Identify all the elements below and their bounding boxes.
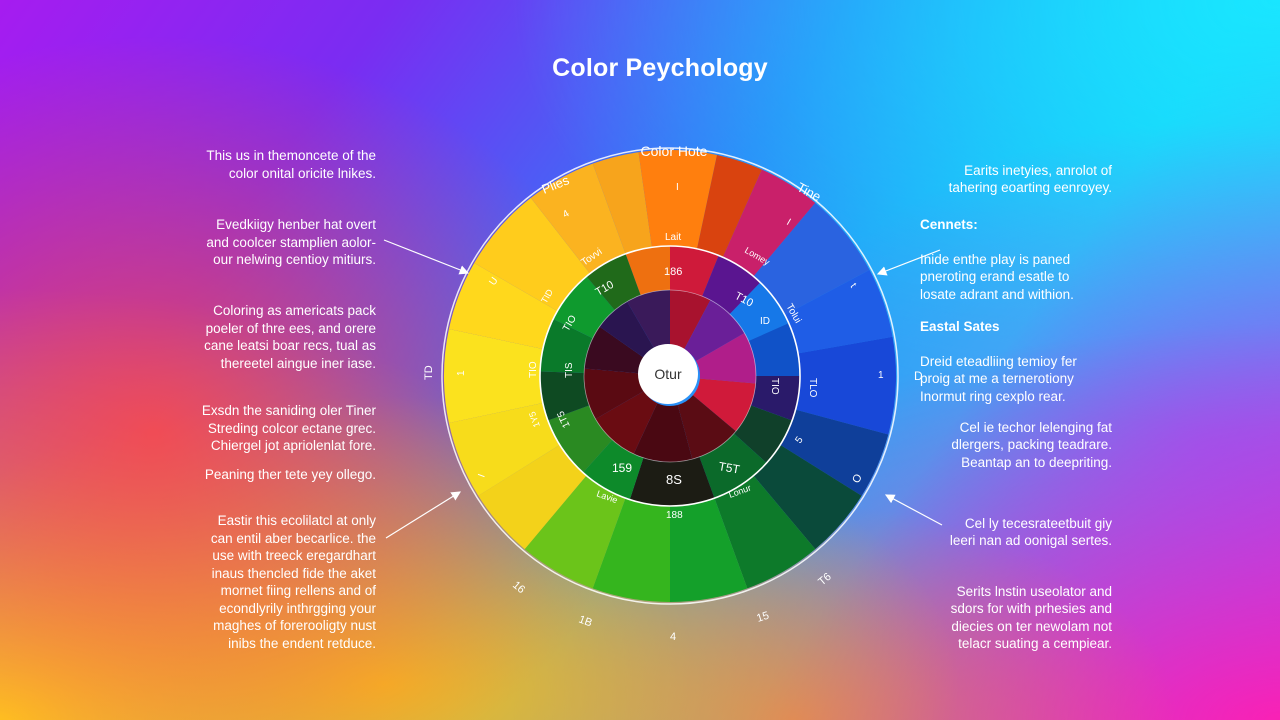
outer-label-d: D: [914, 369, 923, 383]
mid-label-id: ID: [760, 316, 770, 327]
wheel-center-label: Otur: [654, 366, 682, 382]
mid-label-tis: TIS: [564, 362, 575, 378]
mid-label-tlo: TLO: [807, 378, 818, 398]
outer-label-4: 4: [670, 631, 676, 643]
outer-label-15: 15: [755, 610, 770, 625]
ring-label-7: 1: [878, 370, 884, 381]
wheel-top-label: Color Hote: [641, 143, 708, 159]
outer-label-1b: 1B: [577, 614, 594, 630]
ring-label-6: 1: [456, 370, 467, 376]
outer-label-16: 16: [510, 579, 527, 596]
mid-label-lait: Lait: [665, 232, 681, 243]
mid-label-tio-b: TIO: [528, 361, 539, 378]
mid-label-tio-c: TIO: [769, 378, 780, 395]
mid-label-186: 186: [664, 266, 682, 278]
bottom-label-188: 188: [666, 510, 683, 521]
mid-label-8s: 8S: [666, 472, 682, 487]
outer-label-t6: T6: [816, 571, 834, 588]
outer-label-td: TD: [423, 365, 435, 380]
mid-label-159: 159: [612, 461, 632, 475]
ring-label-2: I: [676, 182, 679, 193]
color-wheel: Otur Color Hote Plies Tine TD D 16 1B 4 …: [423, 143, 923, 643]
